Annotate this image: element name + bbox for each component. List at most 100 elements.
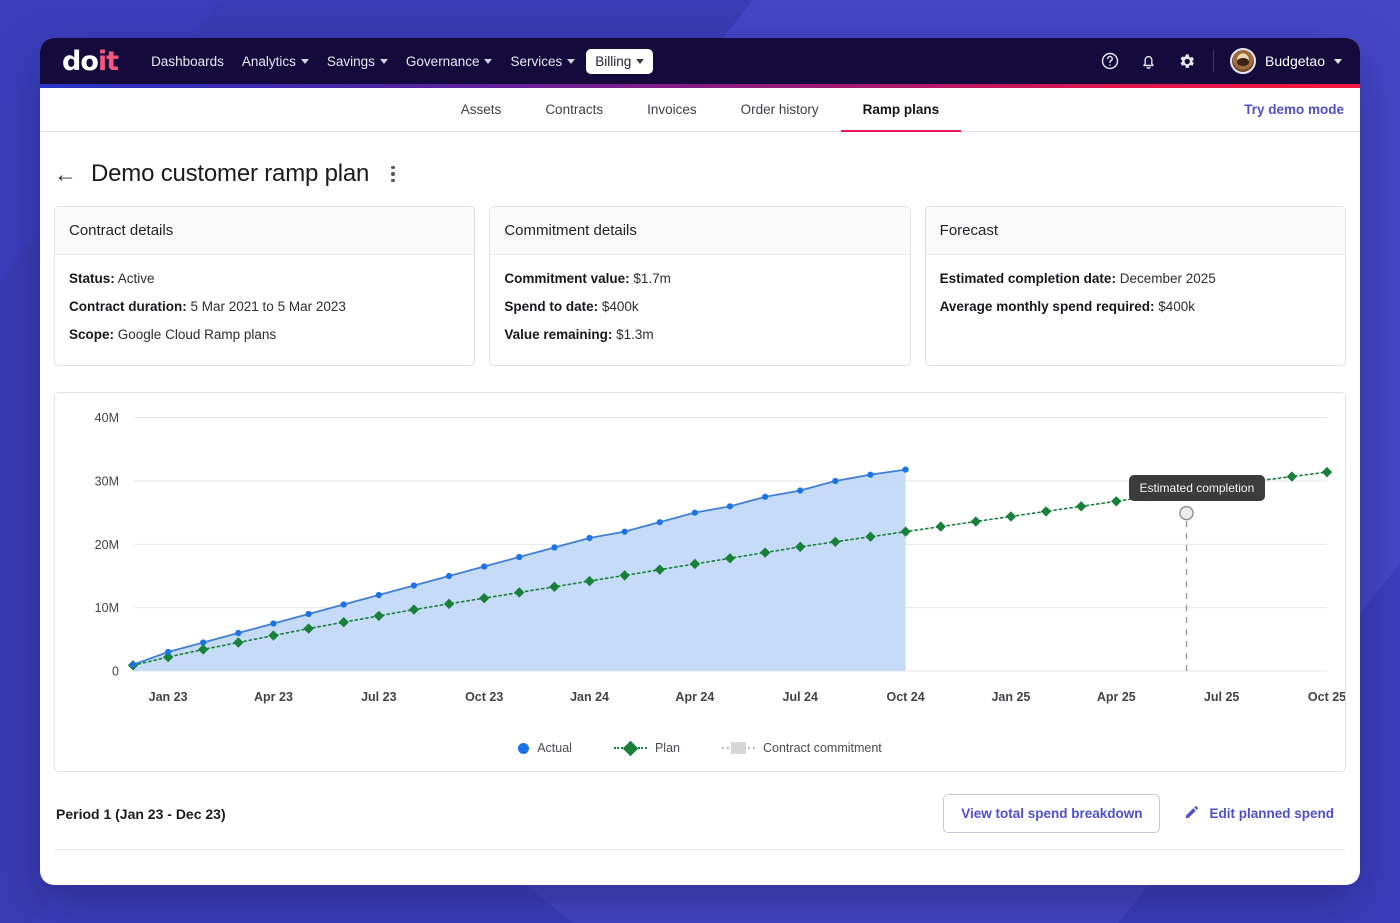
gear-icon[interactable] (1175, 50, 1197, 72)
chevron-down-icon (379, 58, 388, 64)
svg-text:10M: 10M (95, 601, 119, 615)
detail-row: Scope: Google Cloud Ramp plans (69, 327, 460, 344)
tab-invoices[interactable]: Invoices (625, 88, 719, 132)
nav-item-dashboards[interactable]: Dashboards (144, 49, 231, 74)
user-menu[interactable]: Budgetao (1230, 48, 1342, 74)
detail-key: Estimated completion date: (939, 271, 1116, 286)
tab-list: Assets Contracts Invoices Order history … (439, 88, 962, 132)
circle-marker-icon (518, 742, 530, 754)
nav-item-savings[interactable]: Savings (320, 49, 395, 74)
nav-label-governance: Governance (405, 53, 480, 69)
app-window: do it Dashboards Analytics Savings Gover… (40, 38, 1360, 885)
nav-item-billing[interactable]: Billing (586, 48, 654, 74)
card-title: Contract details (55, 207, 475, 255)
tab-ramp-plans[interactable]: Ramp plans (840, 88, 962, 132)
page-header: ← Demo customer ramp plan (54, 154, 1346, 206)
detail-row: Commitment value: $1.7m (504, 271, 895, 288)
primary-nav-items: Dashboards Analytics Savings Governance … (144, 48, 654, 74)
tab-label-order-history: Order history (740, 101, 819, 117)
svg-text:Jul 24: Jul 24 (783, 690, 818, 704)
legend-item-plan[interactable]: Plan (613, 740, 680, 756)
card-forecast: Forecast Estimated completion date: Dece… (924, 206, 1346, 366)
detail-key: Spend to date: (504, 298, 599, 314)
svg-text:Oct 23: Oct 23 (465, 690, 503, 704)
chevron-down-icon (300, 58, 309, 64)
svg-text:Jan 23: Jan 23 (149, 690, 188, 704)
tab-order-history[interactable]: Order history (719, 88, 841, 132)
detail-value: December 2025 (1119, 271, 1216, 286)
svg-text:Jul 25: Jul 25 (1204, 690, 1239, 704)
nav-label-dashboards: Dashboards (151, 53, 224, 69)
period-label: Period 1 (Jan 23 - Dec 23) (56, 805, 226, 822)
avatar (1230, 48, 1257, 74)
detail-key: Commitment value: (504, 271, 630, 286)
svg-text:Apr 24: Apr 24 (675, 690, 714, 704)
legend-label-contract-commitment: Contract commitment (763, 741, 882, 755)
edit-planned-spend-button[interactable]: Edit planned spend (1174, 796, 1344, 831)
chevron-down-icon (636, 58, 645, 64)
detail-key: Status: (69, 271, 115, 286)
more-options-icon[interactable] (383, 161, 403, 188)
bell-icon[interactable] (1137, 50, 1159, 72)
svg-text:Jul 23: Jul 23 (361, 690, 396, 704)
square-marker-icon (722, 742, 755, 754)
ramp-plan-chart[interactable]: 0 10M 20M 30M 40M Jan 23 Apr 23 Jul 23 Oct 23 Jan… (55, 393, 1346, 723)
svg-text:Oct 25: Oct 25 (1308, 690, 1345, 704)
card-title: Forecast (925, 207, 1345, 255)
legend-label-actual: Actual (537, 741, 572, 755)
tab-assets[interactable]: Assets (439, 88, 524, 132)
ramp-plan-chart-panel: 0 10M 20M 30M 40M Jan 23 Apr 23 Jul 23 Oct 23 Jan… (54, 392, 1346, 772)
detail-row: Value remaining: $1.3m (504, 327, 895, 344)
detail-row: Average monthly spend required: $400k (940, 299, 1331, 316)
logo-text-it: it (97, 45, 119, 77)
chevron-down-icon (567, 58, 576, 64)
try-demo-mode-link[interactable]: Try demo mode (1244, 88, 1344, 131)
nav-item-analytics[interactable]: Analytics (235, 49, 316, 74)
svg-text:30M: 30M (95, 475, 119, 489)
detail-key: Average monthly spend required: (939, 298, 1155, 314)
nav-label-analytics: Analytics (241, 53, 296, 69)
doit-logo[interactable]: do it (62, 45, 119, 77)
detail-value: Google Cloud Ramp plans (117, 326, 277, 342)
back-arrow-icon[interactable]: ← (54, 162, 77, 186)
view-total-spend-breakdown-button[interactable]: View total spend breakdown (943, 794, 1161, 833)
period-actions: View total spend breakdown Edit planned … (943, 794, 1344, 833)
card-commitment-details: Commitment details Commitment value: $1.… (489, 206, 911, 366)
svg-text:Apr 23: Apr 23 (254, 690, 293, 704)
tab-label-ramp-plans: Ramp plans (862, 101, 940, 117)
detail-row: Status: Active (69, 271, 460, 288)
legend-item-contract-commitment[interactable]: Contract commitment (722, 741, 882, 755)
chart-canvas: 0 10M 20M 30M 40M Jan 23 Apr 23 Jul 23 Oct 23 Jan… (55, 393, 1346, 771)
tab-label-contracts: Contracts (545, 101, 604, 117)
tab-label-invoices: Invoices (647, 101, 697, 117)
svg-text:20M: 20M (95, 538, 119, 552)
nav-item-governance[interactable]: Governance (399, 49, 500, 74)
bottom-divider (54, 849, 1346, 879)
chevron-down-icon (484, 58, 493, 64)
detail-key: Contract duration: (69, 298, 187, 314)
nav-label-savings: Savings (326, 53, 375, 69)
tab-contracts[interactable]: Contracts (523, 88, 625, 132)
card-title: Commitment details (490, 207, 910, 255)
nav-label-billing: Billing (595, 53, 632, 69)
detail-row: Contract duration: 5 Mar 2021 to 5 Mar 2… (69, 299, 460, 316)
help-circle-icon[interactable] (1099, 50, 1121, 72)
detail-row: Estimated completion date: December 2025 (940, 271, 1331, 288)
summary-cards: Contract details Status: Active Contract… (54, 206, 1346, 366)
legend-item-actual[interactable]: Actual (518, 741, 572, 755)
tab-label-assets: Assets (460, 101, 502, 117)
nav-divider (1213, 50, 1215, 72)
nav-item-services[interactable]: Services (503, 49, 582, 74)
detail-value: $400k (1158, 298, 1196, 314)
detail-value: Active (117, 271, 155, 286)
detail-key: Scope: (69, 326, 115, 342)
detail-row: Spend to date: $400k (504, 299, 895, 316)
nav-right-cluster: Budgetao (1099, 48, 1342, 74)
page-title: Demo customer ramp plan (91, 160, 370, 187)
nav-label-services: Services (510, 53, 563, 69)
svg-text:Apr 25: Apr 25 (1097, 690, 1136, 704)
svg-text:0: 0 (112, 665, 119, 679)
detail-value: $1.7m (633, 271, 671, 286)
chart-legend: Actual Plan Contract commitment (55, 740, 1345, 756)
main-content: ← Demo customer ramp plan Contract detai… (40, 132, 1360, 885)
